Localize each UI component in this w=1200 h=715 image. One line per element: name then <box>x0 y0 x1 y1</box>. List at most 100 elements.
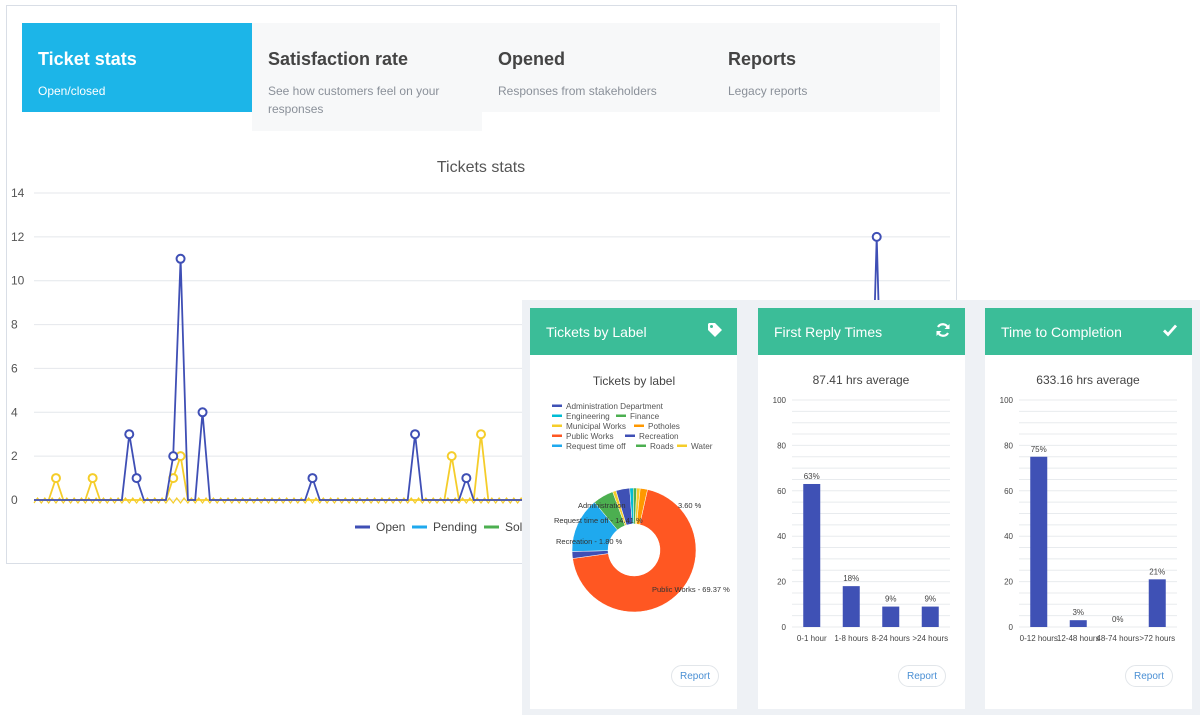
legend-label: Open <box>376 520 405 534</box>
report-button[interactable]: Report <box>898 665 946 687</box>
data-point <box>446 451 457 462</box>
time-to-completion-card: Time to Completion 633.16 hrs average 0 2… <box>985 308 1192 709</box>
legend-swatch <box>616 414 626 417</box>
tickets-by-label-pie-chart: Tickets by label Administration Departme… <box>552 374 730 613</box>
legend-label: Potholes <box>648 422 680 431</box>
legend-swatch <box>677 444 687 447</box>
data-point <box>871 231 882 242</box>
x-tick-label: 0-12 hours <box>1020 634 1058 643</box>
overlay-dashboard-panel: Tickets by Label Tickets by label Admini… <box>522 300 1200 715</box>
slice-label: 3.60 % <box>678 501 702 510</box>
card-header: First Reply Times <box>758 308 965 355</box>
data-point <box>197 407 208 418</box>
legend-swatch <box>552 434 562 437</box>
data-point <box>307 473 318 484</box>
bar <box>803 483 821 627</box>
first-reply-times-card: First Reply Times 87.41 hrs average 0 20 4… <box>758 308 965 709</box>
chart-title: Tickets stats <box>437 159 525 176</box>
chart-title: 633.16 hrs average <box>1036 373 1140 387</box>
y-tick-label: 8 <box>11 318 18 332</box>
legend-swatch <box>636 444 646 447</box>
x-tick-label: >72 hours <box>1139 634 1175 643</box>
checkmark-icon <box>1163 324 1178 337</box>
bar-data-label: 0% <box>1112 615 1124 624</box>
legend-swatch <box>552 444 562 447</box>
y-tick-label: 4 <box>11 405 18 419</box>
legend-label: Roads <box>650 442 674 451</box>
bar-data-label: 75% <box>1031 445 1047 454</box>
legend-label: Request time off <box>566 442 626 451</box>
y-tick-label: 80 <box>1004 441 1013 450</box>
x-tick-label: 8-24 hours <box>872 634 910 643</box>
slice-label: Public Works - 69.37 % <box>652 585 730 594</box>
chart-title: Tickets by label <box>593 374 675 388</box>
legend-label: Sol <box>505 520 522 534</box>
legend-label: Pending <box>433 520 477 534</box>
card-title: First Reply Times <box>774 324 883 340</box>
slice-label: Recreation - 1.80 % <box>556 537 623 546</box>
bar <box>921 606 939 627</box>
legend-label: Water <box>691 442 713 451</box>
legend-swatch <box>625 434 635 437</box>
chart-title: 87.41 hrs average <box>813 373 910 387</box>
bar-data-label: 18% <box>843 574 859 583</box>
bar-data-label: 9% <box>885 595 897 604</box>
y-tick-label: 12 <box>11 230 25 244</box>
data-point <box>87 473 98 484</box>
card-header: Time to Completion <box>985 308 1192 355</box>
tag-icon <box>708 323 722 337</box>
legend-label: Finance <box>630 412 660 421</box>
y-tick-label: 100 <box>1000 396 1014 405</box>
slice-label: Request time off - 14.41 % <box>554 516 643 525</box>
time-to-completion-bar-chart: 633.16 hrs average 0 20 40 60 80 100 75% 0-12 h… <box>1000 373 1177 643</box>
x-tick-label: 1-8 hours <box>834 634 868 643</box>
legend-swatch <box>552 424 562 427</box>
bar-data-label: 9% <box>924 595 936 604</box>
data-point <box>124 429 135 440</box>
bar <box>1030 456 1048 627</box>
y-tick-label: 60 <box>1004 487 1013 496</box>
card-title: Time to Completion <box>1001 324 1122 340</box>
y-tick-label: 80 <box>777 441 786 450</box>
legend-label: Public Works <box>566 432 614 441</box>
y-tick-label: 60 <box>777 487 786 496</box>
report-button[interactable]: Report <box>1125 665 1173 687</box>
data-point <box>175 253 186 264</box>
legend-label: Engineering <box>566 412 610 421</box>
data-point <box>461 473 472 484</box>
y-tick-label: 0 <box>11 493 18 507</box>
bar <box>1148 579 1166 627</box>
bar <box>1069 620 1087 627</box>
data-point <box>410 429 421 440</box>
legend-swatch <box>552 404 562 407</box>
x-tick-label: 0-1 hour <box>797 634 827 643</box>
y-tick-label: 6 <box>11 361 18 375</box>
bar-data-label: 21% <box>1149 567 1165 576</box>
x-tick-label: >24 hours <box>912 634 948 643</box>
legend-swatch <box>634 424 644 427</box>
y-tick-label: 0 <box>782 623 787 632</box>
tickets-by-label-card: Tickets by Label Tickets by label Admini… <box>530 308 737 709</box>
legend-swatch <box>552 414 562 417</box>
data-point <box>131 473 142 484</box>
card-header: Tickets by Label <box>530 308 737 355</box>
report-button[interactable]: Report <box>671 665 719 687</box>
bar <box>842 586 860 627</box>
bar <box>882 606 900 627</box>
legend-label: Municipal Works <box>566 422 626 431</box>
y-tick-label: 20 <box>777 578 786 587</box>
bar-data-label: 63% <box>804 472 820 481</box>
y-tick-label: 40 <box>1004 532 1013 541</box>
x-tick-label: 48-74 hours <box>1096 634 1139 643</box>
data-point <box>168 451 179 462</box>
slice-label: Administration <box>578 501 626 510</box>
y-tick-label: 10 <box>11 274 25 288</box>
data-point <box>50 473 61 484</box>
y-tick-label: 20 <box>1004 578 1013 587</box>
first-reply-times-bar-chart: 87.41 hrs average 0 20 40 60 80 100 63% 0-1 hou… <box>773 373 950 643</box>
y-tick-label: 14 <box>11 186 25 200</box>
card-title: Tickets by Label <box>546 324 647 340</box>
y-tick-label: 100 <box>773 396 787 405</box>
y-tick-label: 40 <box>777 532 786 541</box>
y-tick-label: 0 <box>1009 623 1014 632</box>
